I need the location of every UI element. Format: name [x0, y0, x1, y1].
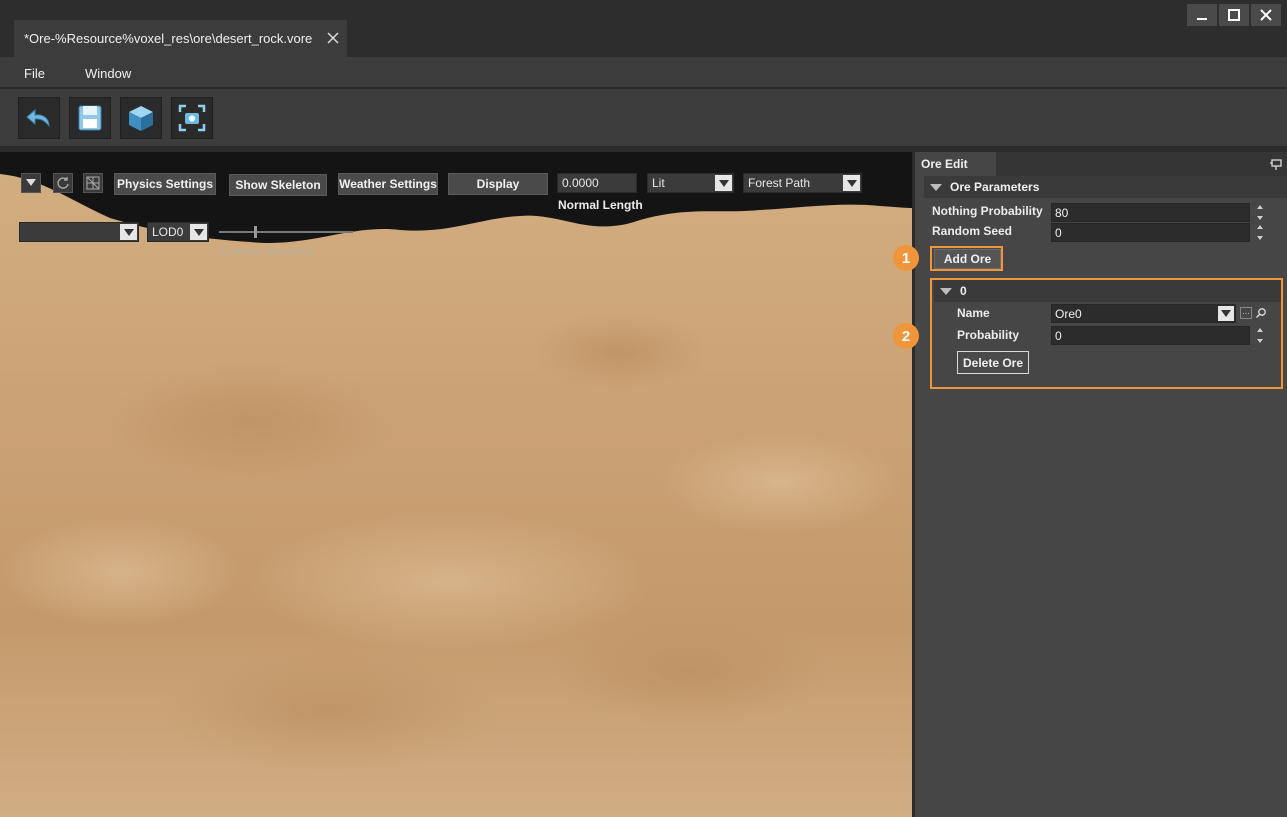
- focus-camera-button[interactable]: [171, 97, 213, 139]
- ore-name-label: Name: [957, 306, 990, 320]
- shading-mode-select[interactable]: Lit: [647, 173, 734, 193]
- refresh-icon[interactable]: [53, 173, 73, 193]
- undo-button[interactable]: [18, 97, 60, 139]
- document-tab-title: *Ore-%Resource%voxel_res\ore\desert_rock…: [24, 31, 313, 46]
- camera-speed-label: Camera Speed:5: [219, 244, 314, 258]
- ore-probability-spinner[interactable]: [1255, 326, 1265, 345]
- normal-length-label: Normal Length: [558, 198, 643, 212]
- close-icon[interactable]: [326, 31, 340, 45]
- nothing-probability-spinner[interactable]: [1255, 203, 1265, 222]
- random-seed-label: Random Seed: [932, 224, 1013, 238]
- chevron-down-icon: [190, 224, 207, 240]
- title-bar: *Ore-%Resource%voxel_res\ore\desert_rock…: [0, 0, 1287, 57]
- add-ore-button[interactable]: Add Ore: [934, 249, 1001, 269]
- minimize-icon: [1197, 18, 1207, 20]
- camera-speed-slider[interactable]: [219, 226, 353, 238]
- shading-mode-value: Lit: [652, 176, 665, 190]
- ore-name-value: Ore0: [1055, 306, 1082, 321]
- close-icon: [1260, 9, 1272, 21]
- grid-icon[interactable]: [83, 173, 103, 193]
- pin-icon[interactable]: [1269, 157, 1283, 171]
- collapse-triangle-icon: [940, 287, 952, 295]
- chevron-down-icon: [715, 175, 732, 191]
- ore-probability-label: Probability: [957, 328, 1020, 342]
- minimize-button[interactable]: [1187, 4, 1217, 26]
- chevron-down-icon: [1218, 306, 1234, 321]
- desert-terrain: [0, 152, 912, 817]
- ore-name-select[interactable]: Ore0: [1051, 304, 1236, 323]
- save-button[interactable]: [69, 97, 111, 139]
- ore-parameters-section[interactable]: Ore Parameters: [924, 176, 1287, 198]
- maximize-button[interactable]: [1219, 4, 1249, 26]
- ore-probability-input[interactable]: 0: [1051, 326, 1250, 345]
- display-button[interactable]: Display: [448, 173, 548, 195]
- camera-speed-slider-thumb[interactable]: [254, 226, 257, 238]
- ore-parameters-title: Ore Parameters: [950, 180, 1040, 194]
- scene-viewport[interactable]: Physics Settings Show Skeleton Weather S…: [0, 152, 912, 817]
- panel-tab-bar: Ore Edit: [915, 152, 1287, 176]
- browse-icon[interactable]: …: [1240, 307, 1252, 319]
- nothing-probability-input[interactable]: 80: [1051, 203, 1250, 222]
- weather-settings-button[interactable]: Weather Settings: [338, 173, 438, 195]
- cube-icon: [129, 106, 153, 131]
- lod-select[interactable]: LOD0: [147, 222, 209, 242]
- menu-file[interactable]: File: [24, 66, 45, 81]
- search-icon[interactable]: [1255, 307, 1267, 319]
- normal-length-input[interactable]: 0.0000: [557, 173, 637, 193]
- viewport-menu-icon[interactable]: [21, 173, 41, 193]
- show-skeleton-button[interactable]: Show Skeleton: [229, 174, 327, 196]
- random-seed-spinner[interactable]: [1255, 223, 1265, 242]
- menu-bar: File Window: [0, 57, 1287, 89]
- ore-edit-panel: Ore Edit Ore Parameters Nothing Probabil…: [893, 152, 1287, 817]
- undo-icon: [26, 108, 50, 128]
- lod-value: LOD0: [152, 225, 184, 239]
- callout-badge-2: 2: [893, 323, 919, 349]
- menu-window[interactable]: Window: [85, 66, 131, 81]
- focus-camera-icon: [178, 104, 206, 132]
- ore-entry-index: 0: [960, 284, 967, 298]
- random-seed-input[interactable]: 0: [1051, 223, 1250, 242]
- cube-button[interactable]: [120, 97, 162, 139]
- collapse-triangle-icon: [930, 183, 942, 191]
- lod-object-select[interactable]: [19, 222, 139, 242]
- nothing-probability-label: Nothing Probability: [932, 204, 1043, 218]
- save-icon: [78, 105, 102, 131]
- ore-entry-header[interactable]: 0: [934, 280, 1281, 302]
- document-tab[interactable]: *Ore-%Resource%voxel_res\ore\desert_rock…: [14, 20, 347, 57]
- callout-badge-1: 1: [893, 245, 919, 271]
- physics-settings-button[interactable]: Physics Settings: [114, 173, 216, 195]
- chevron-down-icon: [120, 224, 137, 240]
- chevron-down-icon: [843, 175, 860, 191]
- environment-value: Forest Path: [748, 176, 811, 190]
- maximize-icon: [1228, 9, 1240, 21]
- toolbar: [0, 89, 1287, 149]
- delete-ore-button[interactable]: Delete Ore: [957, 351, 1029, 374]
- tab-ore-edit[interactable]: Ore Edit: [915, 152, 996, 176]
- close-window-button[interactable]: [1251, 4, 1281, 26]
- environment-select[interactable]: Forest Path: [743, 173, 862, 193]
